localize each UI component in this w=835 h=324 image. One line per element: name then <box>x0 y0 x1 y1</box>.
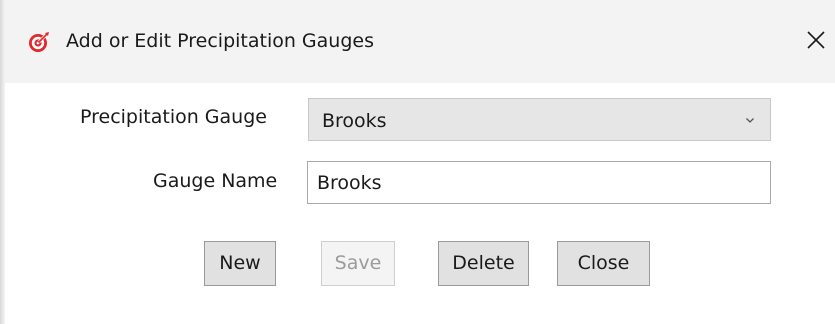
gauge-name-field[interactable] <box>307 161 771 204</box>
close-button[interactable]: Close <box>557 241 650 286</box>
chevron-down-icon <box>746 118 754 123</box>
window-title: Add or Edit Precipitation Gauges <box>66 30 374 52</box>
title-bar: Add or Edit Precipitation Gauges <box>5 0 835 83</box>
select-value: Brooks <box>322 110 387 132</box>
precipitation-gauge-label: Precipitation Gauge <box>80 106 267 128</box>
delete-button[interactable]: Delete <box>438 241 529 286</box>
precipitation-gauge-select[interactable]: Brooks <box>308 98 771 141</box>
save-button[interactable]: Save <box>321 241 395 286</box>
gauge-name-label: Gauge Name <box>153 170 278 192</box>
close-icon[interactable] <box>804 28 828 52</box>
target-icon <box>29 32 49 52</box>
precipitation-gauges-dialog: Add or Edit Precipitation Gauges Precipi… <box>0 0 835 324</box>
new-button[interactable]: New <box>204 241 276 286</box>
